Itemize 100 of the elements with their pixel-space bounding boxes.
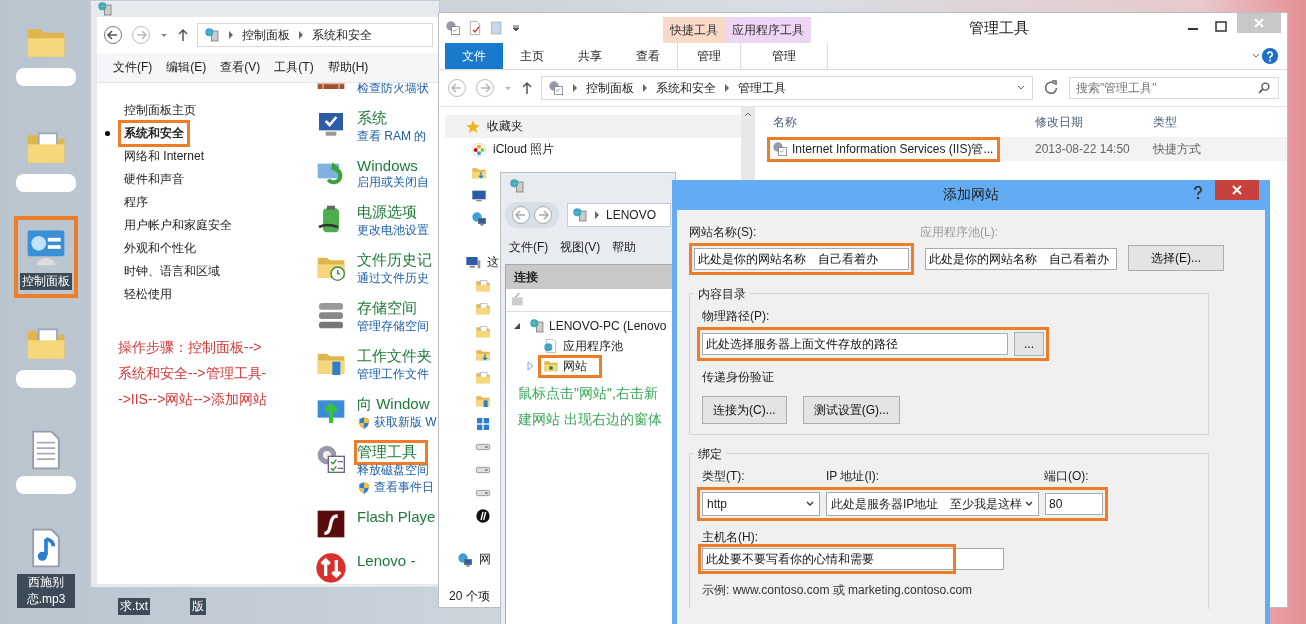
breadcrumb-item[interactable]: 控制面板 xyxy=(586,79,634,97)
input-field[interactable]: 此处是你的网站名称 自己看着办 xyxy=(694,248,909,270)
ribbon-tab[interactable]: 文件 xyxy=(445,43,503,69)
tiles-icon[interactable] xyxy=(475,415,491,432)
field-label: 传递身份验证 xyxy=(702,369,774,386)
category-link[interactable]: 存储空间 xyxy=(354,296,420,321)
address-bar[interactable]: 控制面板 系统和安全 管理工具 xyxy=(541,76,1033,100)
tree-item[interactable]: LENOVO-PC (Lenovo xyxy=(524,315,672,337)
icon-label[interactable]: 控制面板 xyxy=(20,272,72,290)
category-link[interactable]: Flash Playe xyxy=(354,505,439,528)
dialog-button[interactable]: 连接为(C)... xyxy=(702,396,787,424)
forward-button[interactable] xyxy=(533,205,553,225)
navigation-buttons[interactable] xyxy=(505,202,559,228)
task-link[interactable]: 管理工作文件 xyxy=(357,366,429,383)
ribbon-tab[interactable]: 共享 xyxy=(561,43,619,69)
status-text: 20 个项 xyxy=(449,587,490,605)
menu-item[interactable]: 文件(F) xyxy=(509,239,549,256)
nav-item[interactable]: 收藏夹 xyxy=(487,118,523,135)
task-link[interactable]: 查看事件日 xyxy=(374,479,434,496)
caret-icon[interactable] xyxy=(511,23,521,33)
menu-item[interactable]: 帮助(H) xyxy=(327,59,369,76)
breadcrumb-item[interactable]: 系统和安全 xyxy=(312,26,372,44)
up-down-arrows-icon[interactable] xyxy=(315,552,347,584)
ribbon-tab[interactable]: 管理 xyxy=(677,43,740,69)
nav-item[interactable]: iCloud 照片 xyxy=(493,141,555,158)
column-header[interactable]: 修改日期 xyxy=(1035,113,1153,131)
ribbon-tab[interactable]: 管理 xyxy=(740,43,828,69)
input-field[interactable]: 此处要不要写看你的心情和需要 xyxy=(702,548,1004,570)
select-button[interactable]: 选择(E)... xyxy=(1128,245,1224,271)
browse-button[interactable]: ... xyxy=(1014,332,1044,356)
group-title: 内容目录 xyxy=(694,286,750,303)
help-icon[interactable] xyxy=(1193,186,1203,200)
task-link[interactable]: 通过文件历史 xyxy=(357,270,429,287)
swoosh-icon[interactable] xyxy=(315,508,347,540)
circle-logo-icon[interactable] xyxy=(475,507,491,524)
menu-item[interactable]: 视图(V) xyxy=(560,239,601,256)
network-monitor-icon[interactable] xyxy=(457,551,473,568)
address-bar[interactable]: 控制面板 系统和安全 xyxy=(197,23,433,47)
expanded-arrow-icon[interactable] xyxy=(512,321,522,331)
task-link[interactable]: 管理存储空间 xyxy=(357,318,429,335)
column-header[interactable]: 名称 xyxy=(773,113,1035,131)
breadcrumb-item[interactable]: 系统和安全 xyxy=(656,79,716,97)
tree-label: LENOVO-PC (Lenovo xyxy=(549,319,667,333)
type-dropdown[interactable]: http xyxy=(702,492,820,516)
back-button[interactable] xyxy=(103,25,123,45)
task-link[interactable]: 查看 RAM 的 xyxy=(357,128,427,145)
ribbon-tab[interactable]: 主页 xyxy=(503,43,561,69)
gear-checklist-icon[interactable] xyxy=(445,20,461,36)
tree-label: 应用程序池 xyxy=(563,337,623,355)
gear-checklist-icon[interactable] xyxy=(315,443,347,475)
icon-label[interactable]: 版 xyxy=(190,598,206,615)
nav-item[interactable]: 这 xyxy=(487,254,499,271)
address-bar[interactable]: LENOVO xyxy=(567,203,671,227)
task-link[interactable]: 更改电池设置 xyxy=(357,222,429,239)
nav-link[interactable]: 系统和安全 xyxy=(118,120,190,147)
shortcut-icon xyxy=(772,141,788,157)
category-link[interactable]: 管理工具 xyxy=(354,440,428,465)
task-link[interactable]: 获取新版 W xyxy=(374,414,437,431)
flower-icon[interactable] xyxy=(471,141,487,158)
category-link[interactable]: 向 Window xyxy=(354,392,433,417)
menu-item[interactable]: 文件(F) xyxy=(113,59,153,76)
category-link[interactable]: 系统 xyxy=(354,106,390,131)
up-arrow-button[interactable] xyxy=(177,28,189,42)
nav-item[interactable]: 网 xyxy=(479,551,491,568)
breadcrumb-item[interactable]: 控制面板 xyxy=(242,26,290,44)
document-icon[interactable] xyxy=(467,20,483,36)
port-field[interactable]: 80 xyxy=(1045,493,1103,515)
network-monitor-icon[interactable] xyxy=(471,210,487,227)
menu-item[interactable]: 工具(T) xyxy=(274,59,314,76)
close-button[interactable] xyxy=(1215,180,1259,200)
input-field[interactable]: 此处选择服务器上面文件存放的路径 xyxy=(702,333,1008,355)
menu-item[interactable]: 帮助 xyxy=(612,239,637,256)
computer-icon[interactable] xyxy=(465,254,481,271)
category-link[interactable]: Lenovo - xyxy=(354,549,419,572)
globe-server-icon xyxy=(572,207,588,223)
star-icon[interactable] xyxy=(465,118,481,135)
task-link[interactable]: 启用或关闭自 xyxy=(357,174,429,191)
gear-checklist-icon xyxy=(548,80,564,96)
menu-item[interactable]: 编辑(E) xyxy=(166,59,207,76)
collapsed-arrow-icon[interactable] xyxy=(526,361,536,371)
breadcrumb-item[interactable]: LENOVO xyxy=(606,208,656,222)
ribbon-tab[interactable]: 查看 xyxy=(619,43,677,69)
help-icon[interactable] xyxy=(1261,47,1279,65)
panel-title: 连接 xyxy=(514,268,538,286)
up-arrow-button[interactable] xyxy=(521,81,533,95)
dialog-button[interactable]: 测试设置(G)... xyxy=(802,396,900,424)
icon-label[interactable]: 求.txt xyxy=(118,598,150,615)
menu-item[interactable]: 查看(V) xyxy=(220,59,261,76)
category-link[interactable]: Windows xyxy=(354,154,421,177)
tree-item[interactable]: 网站 xyxy=(538,354,602,378)
category-link[interactable]: 文件历史记 xyxy=(354,248,435,273)
task-link[interactable]: 释放磁盘空间 xyxy=(357,462,429,479)
icon-label[interactable]: 西施别恋.mp3 xyxy=(17,574,75,608)
search-field[interactable]: 搜索"管理工具" xyxy=(1069,77,1279,99)
breadcrumb-item[interactable]: 管理工具 xyxy=(738,79,786,97)
category-link[interactable]: 工作文件夹 xyxy=(354,344,435,369)
file-name-cell[interactable]: Internet Information Services (IIS)管... xyxy=(767,136,1001,162)
ip-address-dropdown[interactable]: 此处是服务器IP地址 至少我是这样 xyxy=(826,492,1039,516)
column-header[interactable]: 类型 xyxy=(1153,113,1263,131)
category-link[interactable]: 电源选项 xyxy=(354,200,420,225)
